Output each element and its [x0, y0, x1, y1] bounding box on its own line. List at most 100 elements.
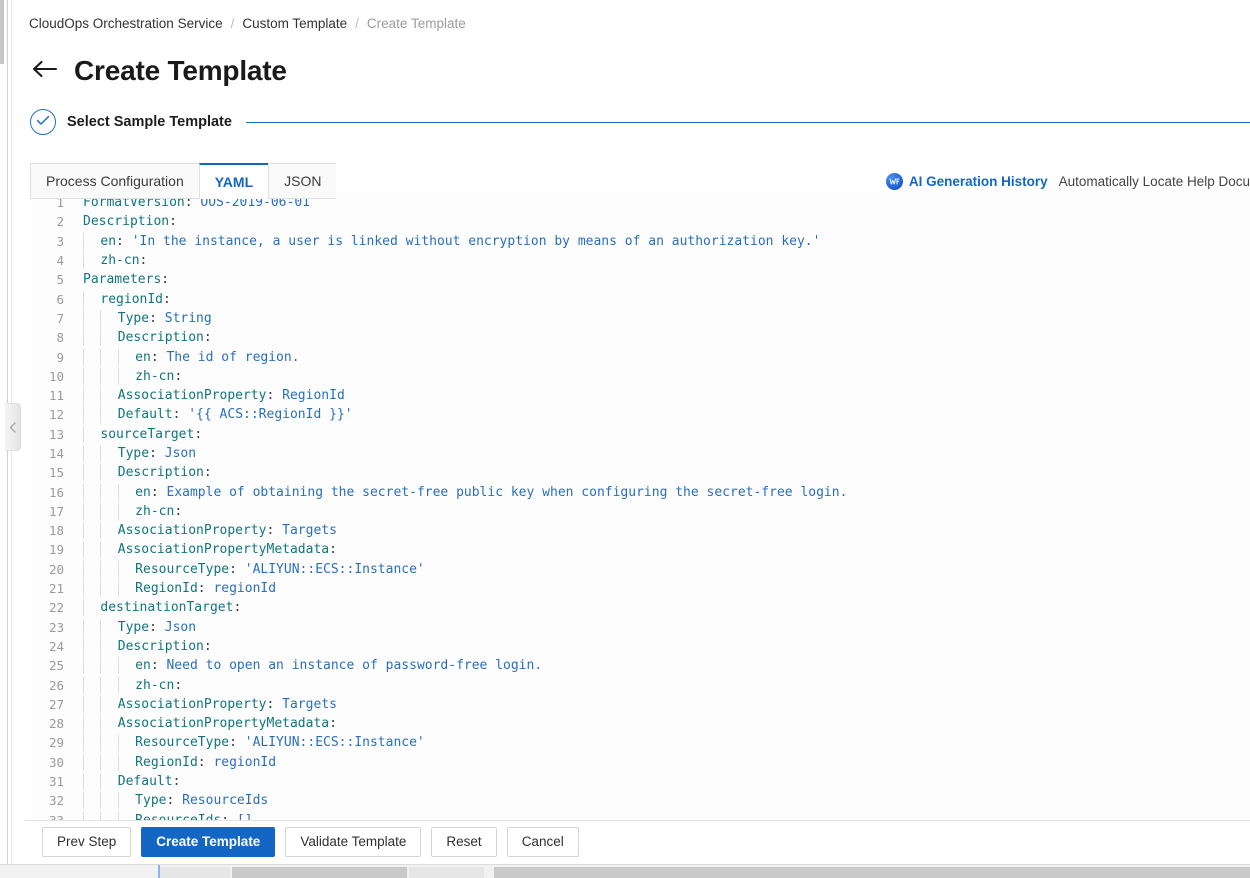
line-number: 5 [56, 272, 64, 288]
line-number: 11 [48, 388, 64, 404]
step-status-circle [30, 109, 56, 135]
code-line: 2 Description: [30, 212, 1250, 231]
line-number: 19 [48, 542, 64, 558]
line-number: 18 [48, 523, 64, 539]
line-number: 6 [56, 291, 64, 307]
code-line-text: AssociationPropertyMetadata: [70, 715, 337, 733]
code-line-text: AssociationProperty: Targets [70, 522, 337, 540]
back-button[interactable] [30, 56, 60, 86]
cancel-button[interactable]: Cancel [506, 826, 579, 857]
code-line: 25 en: Need to open an instance of passwo… [30, 656, 1250, 675]
line-number: 26 [48, 677, 64, 693]
line-number: 20 [48, 561, 64, 577]
line-number: 17 [48, 503, 64, 519]
line-number: 28 [48, 716, 64, 732]
create-template-button[interactable]: Create Template [141, 826, 276, 857]
yaml-code-editor[interactable]: 1 FormatVersion: OOS-2019-06-01 2 Descripti… [30, 193, 1250, 820]
code-line-text: zh-cn: [70, 676, 182, 694]
code-line: 4 zh-cn: [30, 251, 1250, 270]
code-line-text: Description: [70, 329, 212, 347]
code-line: 33ResourceIds: [] [30, 811, 1250, 820]
breadcrumb: CloudOps Orchestration Service / Custom … [12, 0, 1250, 34]
line-number: 27 [48, 696, 64, 712]
code-line-text: zh-cn: [70, 252, 155, 270]
code-line-text: ResourceType: 'ALIYUN::ECS::Instance' [70, 734, 425, 752]
line-number: 31 [48, 774, 64, 790]
step-label: Select Sample Template [67, 114, 232, 130]
breadcrumb-separator: / [355, 15, 359, 31]
line-number: 2 [56, 214, 64, 230]
code-line: 12 Default: '{{ ACS::RegionId }}' [30, 405, 1250, 424]
breadcrumb-item-0[interactable]: CloudOps Orchestration Service [29, 16, 223, 31]
code-line-text: en: Example of obtaining the secret-free… [70, 483, 847, 501]
tab-json[interactable]: JSON [268, 163, 337, 199]
tab-process-configuration[interactable]: Process Configuration [30, 163, 199, 199]
code-line-text: en: The id of region. [70, 348, 300, 366]
line-number: 29 [48, 735, 64, 751]
line-number: 21 [48, 581, 64, 597]
os-taskbar-segment [232, 867, 407, 878]
tab-bar-actions: AI Generation History Automatically Loca… [885, 173, 1250, 190]
code-line: 28 AssociationPropertyMetadata: [30, 714, 1250, 733]
code-line: 18 AssociationProperty: Targets [30, 521, 1250, 540]
step-connector-line [245, 121, 1250, 123]
code-line-text: Default: [70, 773, 180, 791]
page-edge-tick [0, 0, 4, 64]
code-line: 23 Type: Json [30, 618, 1250, 637]
code-line-text: RegionId: regionId [70, 580, 276, 598]
code-line: 17 zh-cn: [30, 502, 1250, 521]
code-line: 32 Type: ResourceIds [30, 791, 1250, 810]
tab-yaml[interactable]: YAML [198, 163, 269, 199]
code-line: 20 ResourceType: 'ALIYUN::ECS::Instance' [30, 560, 1250, 579]
line-number: 16 [48, 484, 64, 500]
code-line: 14 Type: Json [30, 444, 1250, 463]
code-line-text: destinationTarget: [70, 599, 241, 617]
code-line: 8 Description: [30, 328, 1250, 347]
code-line: 31 Default: [30, 772, 1250, 791]
line-number: 32 [48, 793, 64, 809]
code-line: 30 RegionId: regionId [30, 753, 1250, 772]
ai-generation-history-link[interactable]: AI Generation History [909, 174, 1048, 189]
code-line-text: regionId: [70, 290, 171, 308]
line-number: 13 [48, 426, 64, 442]
arrow-left-icon [32, 60, 58, 83]
ai-sparkle-icon [885, 173, 903, 190]
line-number: 12 [48, 407, 64, 423]
auto-locate-help-doc-link[interactable]: Automatically Locate Help Docu [1059, 174, 1250, 189]
code-line-text: Type: ResourceIds [70, 792, 268, 810]
code-line-text: Description: [83, 214, 177, 230]
breadcrumb-separator: / [230, 15, 235, 31]
code-line-text: en: Need to open an instance of password… [70, 657, 542, 675]
code-line: 22 destinationTarget: [30, 598, 1250, 617]
validate-template-button[interactable]: Validate Template [285, 826, 422, 857]
line-number: 30 [48, 754, 64, 770]
code-line: 6 regionId: [30, 289, 1250, 308]
line-number: 10 [48, 368, 64, 384]
code-line: 21 RegionId: regionId [30, 579, 1250, 598]
line-number: 24 [48, 638, 64, 654]
code-line: 9 en: The id of region. [30, 347, 1250, 366]
code-line-text: ResourceType: 'ALIYUN::ECS::Instance' [70, 560, 425, 578]
code-line: 15 Description: [30, 463, 1250, 482]
line-number: 15 [48, 465, 64, 481]
code-line-text: zh-cn: [70, 502, 182, 520]
reset-button[interactable]: Reset [431, 826, 497, 857]
line-number: 3 [56, 233, 64, 249]
line-number: 23 [48, 619, 64, 635]
line-number: 8 [56, 330, 64, 346]
os-taskbar-segment [494, 867, 1250, 878]
code-line: 16 en: Example of obtaining the secret-fr… [30, 482, 1250, 501]
line-number: 14 [48, 446, 64, 461]
main-content: CloudOps Orchestration Service / Custom … [12, 0, 1250, 878]
line-number: 22 [48, 600, 64, 616]
code-line-text: AssociationPropertyMetadata: [70, 541, 337, 559]
os-taskbar-segment [160, 867, 230, 878]
code-line-text: AssociationProperty: RegionId [70, 387, 345, 405]
prev-step-button[interactable]: Prev Step [42, 826, 132, 857]
os-taskbar [0, 864, 1250, 878]
code-line-text: Type: Json [70, 445, 196, 462]
code-line-text: RegionId: regionId [70, 753, 276, 771]
code-line: 3 en: 'In the instance, a user is linked … [30, 232, 1250, 251]
code-line: 5 Parameters: [30, 270, 1250, 289]
breadcrumb-item-1[interactable]: Custom Template [242, 16, 347, 31]
